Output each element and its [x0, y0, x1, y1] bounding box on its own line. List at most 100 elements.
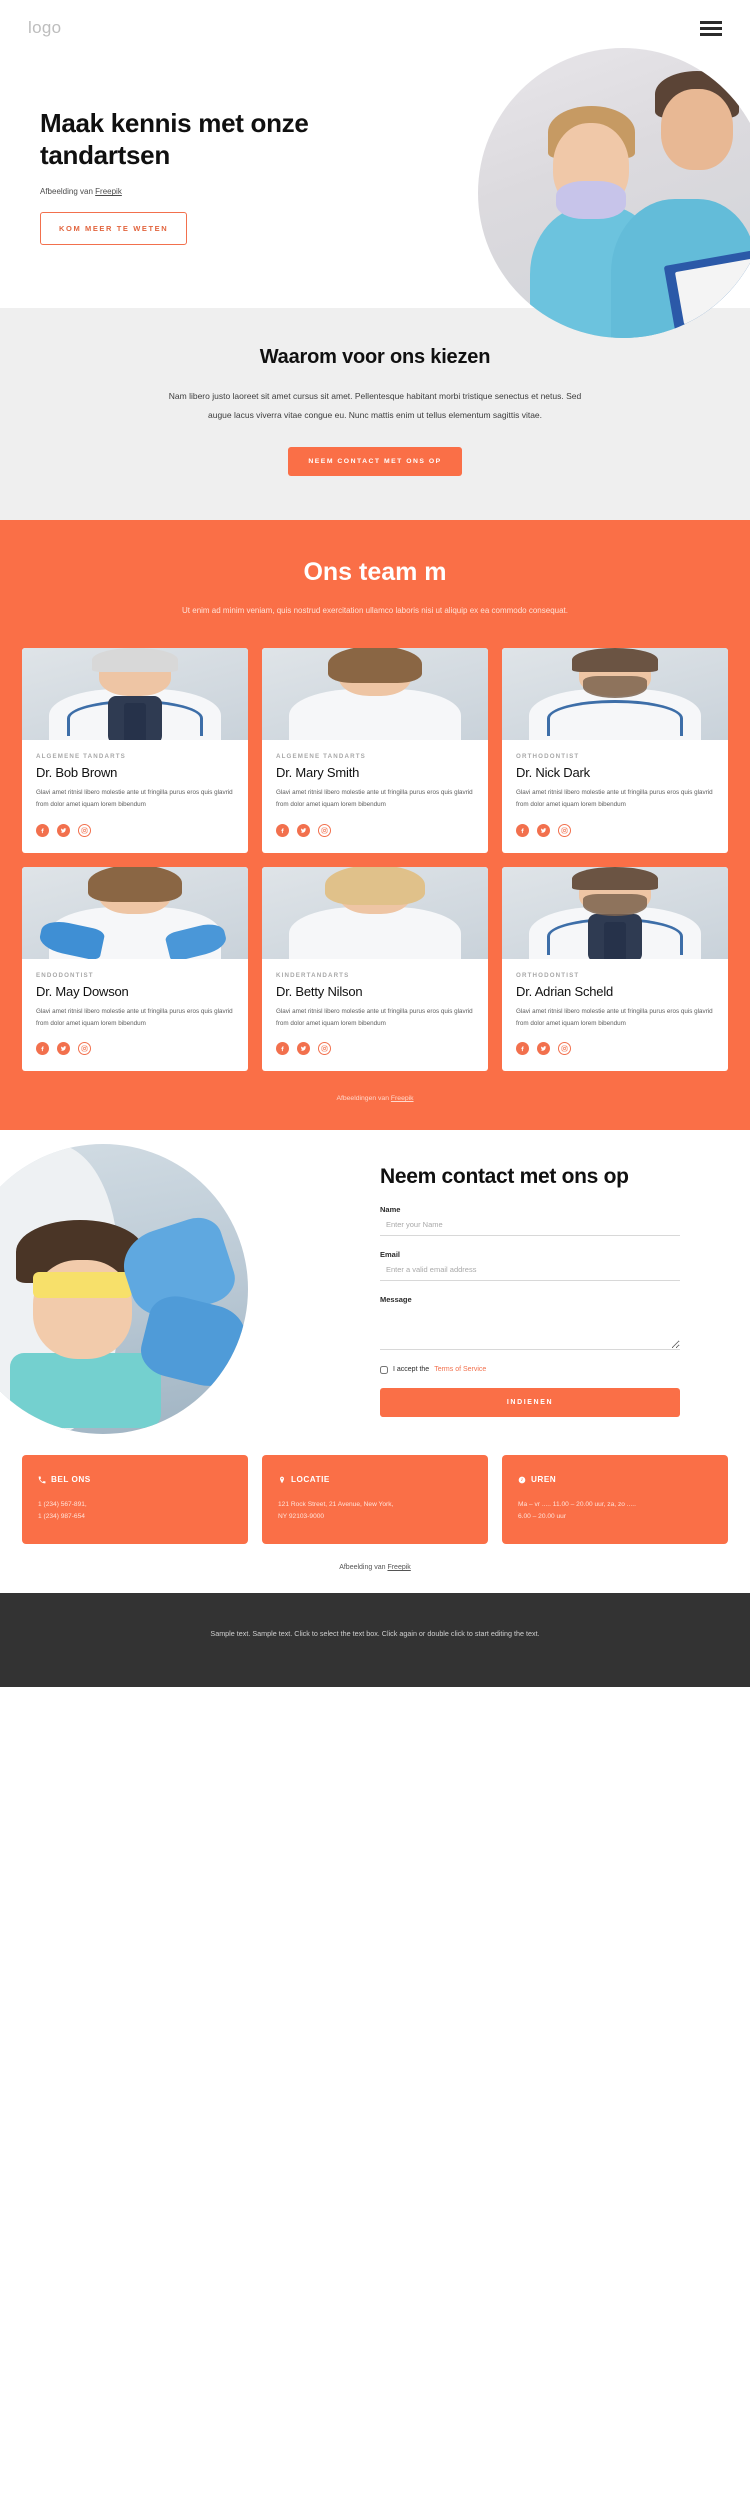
instagram-icon[interactable]: [558, 1042, 571, 1056]
logo[interactable]: logo: [28, 18, 61, 38]
page-credit-prefix: Afbeelding van: [339, 1564, 388, 1572]
member-name: Dr. Mary Smith: [276, 765, 360, 781]
location-icon: [278, 1471, 286, 1489]
instagram-icon[interactable]: [78, 1042, 91, 1056]
member-role: ORTHODONTIST: [516, 971, 580, 979]
member-bio: Glavi amet ritnisl libero molestie ante …: [516, 1007, 713, 1027]
instagram-icon[interactable]: [558, 823, 571, 837]
team-section: Ons team m Ut enim ad minim veniam, quis…: [0, 520, 750, 1131]
email-label: Email: [380, 1249, 401, 1259]
member-socials: [36, 1042, 234, 1056]
terms-accept-row[interactable]: I accept the Terms of Service: [380, 1365, 680, 1374]
contact-us-button[interactable]: NEEM CONTACT MET ONS OP: [288, 447, 462, 477]
name-label: Name: [380, 1204, 401, 1214]
member-socials: [276, 1042, 474, 1056]
hero-image: [478, 48, 750, 338]
member-bio: Glavi amet ritnisl libero molestie ante …: [36, 1007, 233, 1027]
member-role: ENDODONTIST: [36, 971, 94, 979]
clock-icon: [518, 1471, 526, 1489]
member-bio: Glavi amet ritnisl libero molestie ante …: [36, 789, 233, 809]
site-header: logo: [0, 0, 750, 56]
twitter-icon[interactable]: [57, 823, 70, 837]
why-choose-us-section: Waarom voor ons kiezen Nam libero justo …: [0, 308, 750, 521]
twitter-icon[interactable]: [57, 1042, 70, 1056]
team-member-card[interactable]: KINDERTANDARTS Dr. Betty Nilson Glavi am…: [262, 866, 488, 1072]
member-photo: [22, 866, 248, 959]
member-role: KINDERTANDARTS: [276, 971, 350, 979]
call-us-title: BEL ONS: [51, 1475, 91, 1485]
member-photo: [22, 648, 248, 741]
hamburger-menu-icon[interactable]: [700, 20, 722, 36]
info-cards-row: BEL ONS 1 (234) 567-891, 1 (234) 987-654…: [0, 1437, 750, 1545]
team-member-card[interactable]: ALGEMENE TANDARTS Dr. Bob Brown Glavi am…: [22, 648, 248, 853]
hero-credit-prefix: Afbeelding van: [40, 187, 96, 197]
member-photo: [502, 648, 728, 741]
member-role: ORTHODONTIST: [516, 753, 580, 761]
terms-accept-text: I accept the: [393, 1366, 430, 1374]
terms-of-service-link[interactable]: Terms of Service: [434, 1366, 486, 1373]
contact-form: Neem contact met ons op Name Email Messa…: [380, 1164, 680, 1417]
hours-title: UREN: [531, 1475, 557, 1485]
hero-title: Maak kennis met onze tandartsen: [40, 108, 309, 170]
member-name: Dr. Adrian Scheld: [516, 983, 614, 999]
hero-credit-link[interactable]: Freepik: [95, 187, 122, 196]
twitter-icon[interactable]: [297, 1042, 310, 1056]
contact-heading: Neem contact met ons op: [380, 1165, 629, 1189]
location-title: LOCATIE: [291, 1475, 330, 1485]
terms-checkbox[interactable]: [380, 1365, 388, 1374]
why-heading: Waarom voor ons kiezen: [259, 346, 491, 368]
member-bio: Glavi amet ritnisl libero molestie ante …: [516, 789, 713, 809]
page-root: logo Maak kennis met onze tandartsen Afb…: [0, 0, 750, 1687]
page-credit-link[interactable]: Freepik: [387, 1564, 410, 1571]
member-photo: [262, 648, 488, 741]
instagram-icon[interactable]: [318, 823, 331, 837]
member-name: Dr. May Dowson: [36, 983, 129, 999]
name-input[interactable]: [380, 1213, 680, 1236]
member-name: Dr. Nick Dark: [516, 765, 590, 781]
member-name: Dr. Betty Nilson: [276, 983, 363, 999]
hero-image-credit: Afbeelding van Freepik: [40, 187, 370, 196]
facebook-icon[interactable]: [516, 823, 529, 837]
facebook-icon[interactable]: [36, 1042, 49, 1056]
member-bio: Glavi amet ritnisl libero molestie ante …: [276, 1007, 473, 1027]
team-credit-link[interactable]: Freepik: [391, 1095, 414, 1102]
learn-more-button[interactable]: KOM MEER TE WETEN: [40, 212, 188, 246]
submit-button[interactable]: INDIENEN: [380, 1387, 680, 1417]
hamburger-bar: [700, 20, 722, 24]
facebook-icon[interactable]: [36, 823, 49, 837]
location-card: LOCATIE 121 Rock Street, 21 Avenue, New …: [262, 1454, 488, 1545]
member-role: ALGEMENE TANDARTS: [36, 753, 126, 761]
member-socials: [276, 823, 474, 837]
twitter-icon[interactable]: [297, 823, 310, 837]
twitter-icon[interactable]: [537, 1042, 550, 1056]
member-bio: Glavi amet ritnisl libero molestie ante …: [276, 789, 473, 809]
instagram-icon[interactable]: [318, 1042, 331, 1056]
message-label: Message: [380, 1294, 412, 1304]
team-member-card[interactable]: ORTHODONTIST Dr. Adrian Scheld Glavi ame…: [502, 866, 728, 1072]
name-field-group: Name: [380, 1205, 680, 1236]
message-textarea[interactable]: [380, 1303, 680, 1350]
team-member-card[interactable]: ALGEMENE TANDARTS Dr. Mary Smith Glavi a…: [262, 648, 488, 853]
email-field-group: Email: [380, 1250, 680, 1281]
contact-section: Neem contact met ons op Name Email Messa…: [0, 1130, 750, 1437]
team-member-card[interactable]: ORTHODONTIST Dr. Nick Dark Glavi amet ri…: [502, 648, 728, 853]
hero-section: Maak kennis met onze tandartsen Afbeeldi…: [0, 48, 750, 338]
message-field-group: Message: [380, 1295, 680, 1355]
member-role: ALGEMENE TANDARTS: [276, 753, 366, 761]
email-input[interactable]: [380, 1258, 680, 1281]
team-heading: Ons team m: [303, 558, 447, 587]
hours-card: UREN Ma – vr ..... 11.00 – 20.00 uur, za…: [502, 1454, 728, 1545]
facebook-icon[interactable]: [516, 1042, 529, 1056]
member-socials: [36, 823, 234, 837]
instagram-icon[interactable]: [78, 823, 91, 837]
team-member-card[interactable]: ENDODONTIST Dr. May Dowson Glavi amet ri…: [22, 866, 248, 1072]
call-us-card: BEL ONS 1 (234) 567-891, 1 (234) 987-654: [22, 1454, 248, 1545]
twitter-icon[interactable]: [537, 823, 550, 837]
member-socials: [516, 823, 714, 837]
why-paragraph: Nam libero justo laoreet sit amet cursus…: [168, 391, 582, 421]
facebook-icon[interactable]: [276, 823, 289, 837]
hours-details: Ma – vr ..... 11.00 – 20.00 uur, za, zo …: [518, 1500, 636, 1521]
member-photo: [502, 866, 728, 959]
hamburger-bar: [700, 26, 722, 30]
facebook-icon[interactable]: [276, 1042, 289, 1056]
